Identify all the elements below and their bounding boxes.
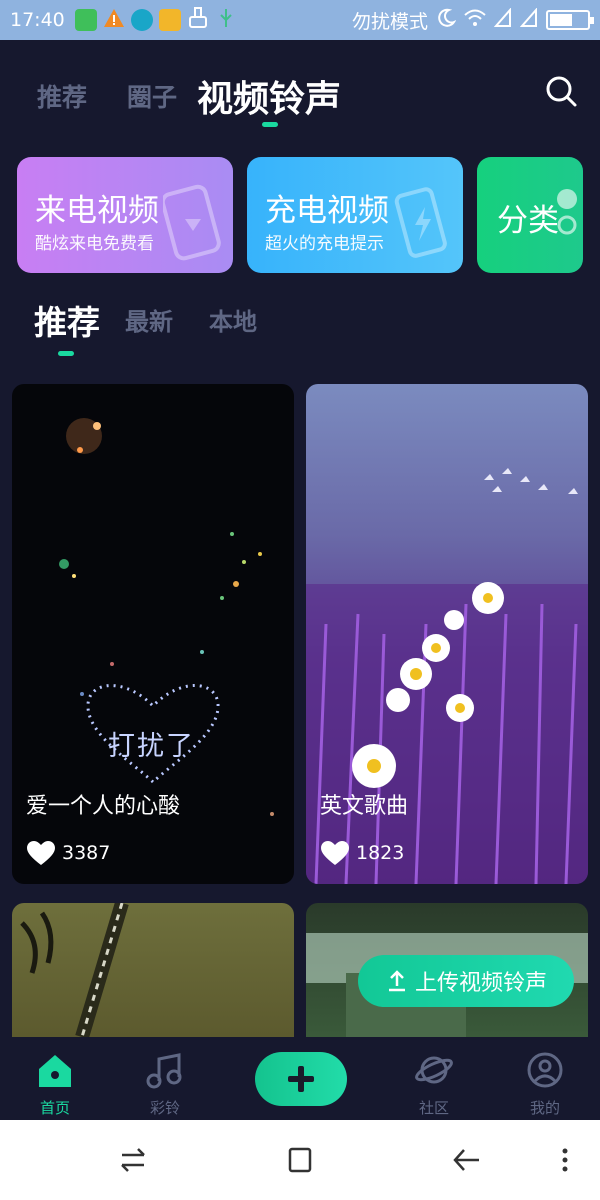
bottom-nav: 首页 彩铃 社区 我的 [0,1037,600,1120]
charging-video-card[interactable]: 充电视频 超火的充电提示 [247,157,463,273]
upload-video-ringtone-button[interactable]: 上传视频铃声 [358,955,574,1007]
add-button[interactable] [255,1052,347,1106]
tab-circle[interactable]: 圈子 [127,78,177,114]
nav-ringback[interactable]: 彩铃 [125,1051,205,1118]
phone-icon [163,184,221,261]
menu-dots-icon[interactable] [560,1146,570,1174]
plus-icon [288,1066,314,1092]
heart-icon [321,841,349,865]
person-icon [527,1052,563,1088]
signal-icon [519,6,538,33]
signal-icon [493,6,512,33]
subtab-latest[interactable]: 最新 [125,302,173,337]
wifi-icon [464,9,486,32]
folder-icon [158,9,181,31]
moon-icon [436,8,457,33]
dnd-text: 勿扰模式 [351,10,428,33]
video-title: 爱一个人的心酸 [26,794,181,819]
card-subtitle: 酷炫来电免费看 [35,234,154,254]
active-subtab-indicator [58,351,74,356]
app-icon [130,9,153,31]
card-title: 来电视频 [35,193,159,229]
battery-charge-icon [394,187,447,258]
video-title: 英文歌曲 [320,794,409,819]
video-thumbnail [20,903,129,1037]
active-tab-indicator [262,122,278,127]
home-square-icon[interactable] [287,1146,313,1174]
upload-icon [388,970,405,992]
like-count: 1823 [356,842,405,864]
incoming-call-video-card[interactable]: 来电视频 酷炫来电免费看 [17,157,233,273]
switch-apps-icon[interactable] [118,1146,148,1174]
status-right: 勿扰模式 [351,6,594,34]
overlay-text: 打扰了 [108,731,195,762]
nav-label: 社区 [418,1099,449,1117]
video-card[interactable]: 英文歌曲 1823 [306,384,588,884]
usb-icon [215,7,237,34]
status-time: 17:40 [10,9,65,31]
card-title: 充电视频 [265,193,389,229]
video-card[interactable]: 打扰了 爱一个人的心酸 3387 [12,384,294,884]
warning-icon [103,7,125,34]
nav-label: 彩铃 [149,1099,180,1117]
planet-icon [415,1056,453,1084]
nav-home[interactable]: 首页 [15,1051,95,1118]
card-title: 分类 [497,203,559,239]
likes[interactable]: 3387 [26,840,110,866]
tab-video-ringtone[interactable]: 视频铃声 [197,70,341,122]
app-icon [74,9,97,31]
system-nav-bar [0,1120,600,1200]
heart-icon [27,841,55,865]
header: 推荐 圈子 视频铃声 [0,40,600,140]
status-bar: 17:40 勿扰模式 [0,0,600,40]
video-card[interactable] [12,903,294,1037]
tab-recommend[interactable]: 推荐 [37,78,87,114]
cleaner-icon [187,6,209,34]
battery-level [550,14,572,26]
nav-label: 首页 [39,1099,70,1117]
back-arrow-icon[interactable] [452,1146,482,1174]
nav-label: 我的 [529,1099,560,1117]
category-card[interactable]: 分类 [477,157,583,273]
category-icon [557,189,577,235]
battery-icon [546,10,594,30]
nav-community[interactable]: 社区 [394,1051,474,1118]
subtab-local[interactable]: 本地 [209,302,257,337]
music-note-icon [146,1053,182,1089]
home-icon [39,1055,71,1087]
notification-icons [74,6,237,34]
like-count: 3387 [62,842,111,864]
card-subtitle: 超火的充电提示 [265,234,384,254]
subtab-recommend[interactable]: 推荐 [34,296,100,344]
upload-label: 上传视频铃声 [414,971,547,996]
search-icon[interactable] [544,74,578,108]
nav-profile[interactable]: 我的 [505,1051,585,1118]
likes[interactable]: 1823 [320,840,404,866]
